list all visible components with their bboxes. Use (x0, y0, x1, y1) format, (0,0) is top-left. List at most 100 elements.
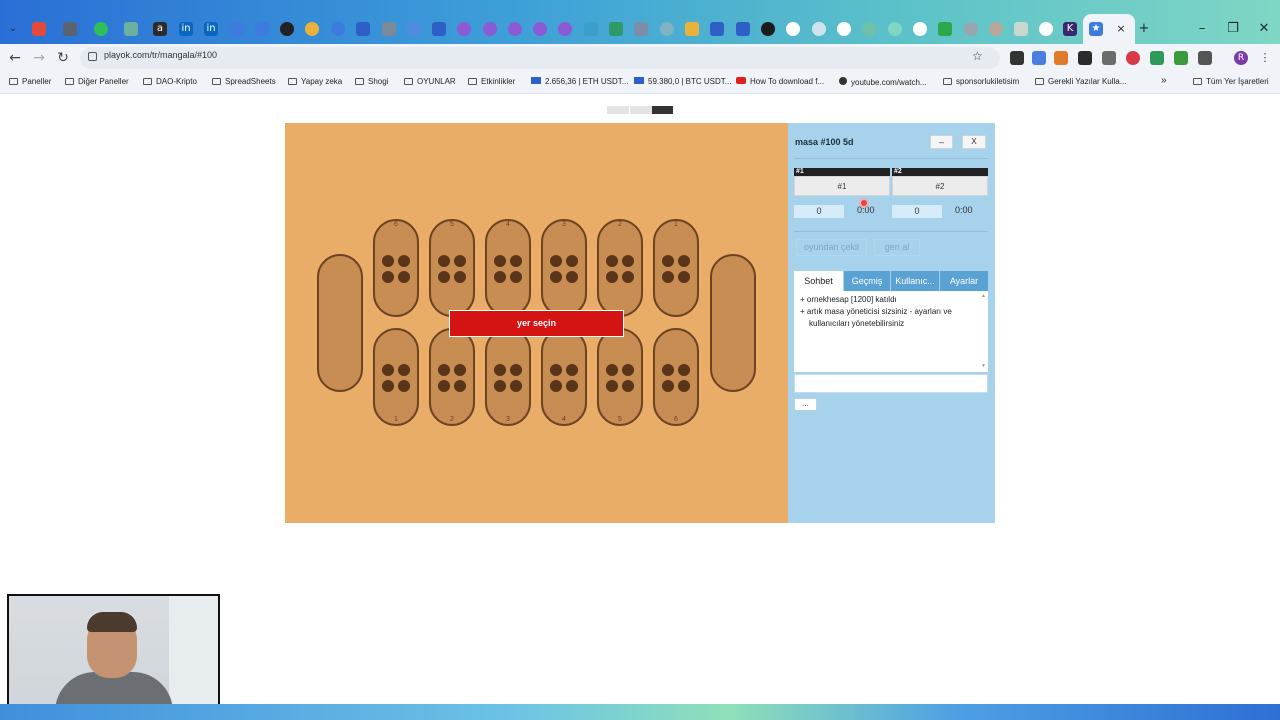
top-pit-3[interactable] (485, 219, 531, 317)
extension-icon-6[interactable] (1126, 51, 1140, 65)
tab-favicon-4[interactable] (124, 22, 138, 36)
extension-icon-4[interactable] (1078, 51, 1092, 65)
tab-favicon-22[interactable] (584, 22, 598, 36)
resign-button[interactable]: oyundan çekil (796, 239, 867, 256)
active-tab[interactable]: ★ × (1083, 14, 1135, 44)
top-pit-4[interactable] (541, 219, 587, 317)
tab-favicon-21[interactable] (558, 22, 572, 36)
tab-favicon-34[interactable] (888, 22, 902, 36)
tab-favicon-2[interactable] (63, 22, 77, 36)
reload-icon[interactable]: ↻ (54, 49, 72, 67)
bottom-pit-5[interactable] (597, 328, 643, 426)
chat-input[interactable] (794, 374, 988, 393)
close-tab-icon[interactable]: × (1114, 22, 1128, 36)
bookmark-folder[interactable]: Etkinlikler (468, 77, 515, 86)
pen-extension-icon[interactable] (1102, 51, 1116, 65)
tab-chat[interactable]: Sohbet (794, 271, 843, 291)
more-bookmarks-button[interactable]: » (1161, 75, 1167, 86)
browser-menu-icon[interactable]: ⋮ (1258, 51, 1272, 65)
tab-favicon-38[interactable] (989, 22, 1003, 36)
drive-tab-icon[interactable] (685, 22, 699, 36)
tab-favicon-24[interactable] (634, 22, 648, 36)
google-tab-icon-3[interactable] (913, 22, 927, 36)
back-icon[interactable]: ← (6, 49, 24, 67)
tab-favicon-27[interactable] (710, 22, 724, 36)
tab-favicon-16[interactable] (432, 22, 446, 36)
bookmark-folder[interactable]: Gerekli Yazılar Kulla... (1035, 77, 1126, 86)
new-tab-icon[interactable]: + (1137, 22, 1151, 36)
bookmark-folder[interactable]: Paneller (9, 77, 51, 86)
bookmark-folder[interactable]: Tüm Yer İşaretleri (1193, 77, 1269, 86)
bookmark-folder[interactable]: Shogi (355, 77, 388, 86)
tab-favicon-39[interactable] (1014, 22, 1028, 36)
linkedin-tab-icon-2[interactable]: in (204, 22, 218, 36)
extension-icon-8[interactable] (1174, 51, 1188, 65)
minimize-panel-button[interactable]: – (930, 135, 953, 149)
maximize-window-icon[interactable]: ❐ (1224, 20, 1242, 38)
github-tab-icon[interactable] (761, 22, 775, 36)
bottom-pit-4[interactable] (541, 328, 587, 426)
metamask-extension-icon[interactable] (1054, 51, 1068, 65)
tab-favicon-13[interactable] (356, 22, 370, 36)
tab-favicon-31[interactable] (812, 22, 826, 36)
tab-users[interactable]: Kullanıc... (891, 271, 939, 291)
tab-favicon-30[interactable] (786, 22, 800, 36)
seat-2-button[interactable]: #2 (892, 176, 988, 196)
profile-avatar[interactable]: R (1234, 51, 1248, 65)
extension-icon-1[interactable] (1010, 51, 1024, 65)
close-panel-button[interactable]: X (962, 135, 986, 149)
tab-favicon-20[interactable] (533, 22, 547, 36)
translate-extension-icon[interactable] (1032, 51, 1046, 65)
top-pit-1[interactable] (373, 219, 419, 317)
tab-favicon-25[interactable] (660, 22, 674, 36)
bookmark-link[interactable]: youtube.com/watch... (839, 77, 927, 87)
bookmark-folder[interactable]: DAO-Kripto (143, 77, 197, 86)
google-tab-icon[interactable] (280, 22, 294, 36)
tab-history[interactable]: Geçmiş (844, 271, 890, 291)
site-info-icon[interactable] (88, 52, 97, 61)
undo-button[interactable]: geri al (874, 239, 920, 256)
top-pit-5[interactable] (597, 219, 643, 317)
bottom-pit-6[interactable] (653, 328, 699, 426)
bookmark-link[interactable]: 2.656,36 | ETH USDT... (531, 77, 628, 86)
tab-settings[interactable]: Ayarlar (940, 271, 988, 291)
bookmark-folder[interactable]: Yapay zeka (288, 77, 342, 86)
close-window-icon[interactable]: ✕ (1255, 20, 1273, 38)
bookmark-folder[interactable]: sponsorlukiletisim (943, 77, 1019, 86)
bookmark-link[interactable]: How To download f... (736, 77, 824, 86)
tab-favicon-37[interactable] (964, 22, 978, 36)
bookmark-link[interactable]: 59.380,0 | BTC USDT... (634, 77, 731, 86)
bottom-pit-3[interactable] (485, 328, 531, 426)
amazon-tab-icon[interactable]: a (153, 22, 167, 36)
tab-favicon-12[interactable] (331, 22, 345, 36)
seat-1-button[interactable]: #1 (794, 176, 890, 196)
extensions-puzzle-icon[interactable] (1198, 51, 1212, 65)
tab-favicon-19[interactable] (508, 22, 522, 36)
tab-favicon-23[interactable] (609, 22, 623, 36)
top-pit-2[interactable] (429, 219, 475, 317)
minimize-window-icon[interactable]: – (1193, 20, 1211, 38)
tab-favicon-1[interactable] (32, 22, 46, 36)
tab-favicon-17[interactable] (457, 22, 471, 36)
tab-favicon-41[interactable]: K (1063, 22, 1077, 36)
bookmark-folder[interactable]: Diğer Paneller (65, 77, 129, 86)
docs-tab-icon-2[interactable] (255, 22, 269, 36)
tab-favicon-18[interactable] (483, 22, 497, 36)
bottom-pit-1[interactable] (373, 328, 419, 426)
tab-favicon-40[interactable] (1039, 22, 1053, 36)
bookmark-folder[interactable]: OYUNLAR (404, 77, 456, 86)
tab-favicon-14[interactable] (382, 22, 396, 36)
whatsapp-tab-icon[interactable] (94, 22, 108, 36)
docs-tab-icon[interactable] (230, 22, 244, 36)
tab-favicon-36[interactable] (938, 22, 952, 36)
extension-icon-7[interactable] (1150, 51, 1164, 65)
tab-favicon-15[interactable] (407, 22, 421, 36)
bookmark-folder[interactable]: SpreadSheets (212, 77, 276, 86)
bookmark-star-icon[interactable]: ☆ (972, 49, 983, 63)
forward-icon[interactable]: → (30, 49, 48, 67)
tab-favicon-33[interactable] (862, 22, 876, 36)
top-pit-6[interactable] (653, 219, 699, 317)
chat-scrollbar[interactable]: ▲ ▼ (981, 294, 986, 369)
tab-favicon-11[interactable] (305, 22, 319, 36)
more-options-button[interactable]: ... (794, 398, 817, 411)
